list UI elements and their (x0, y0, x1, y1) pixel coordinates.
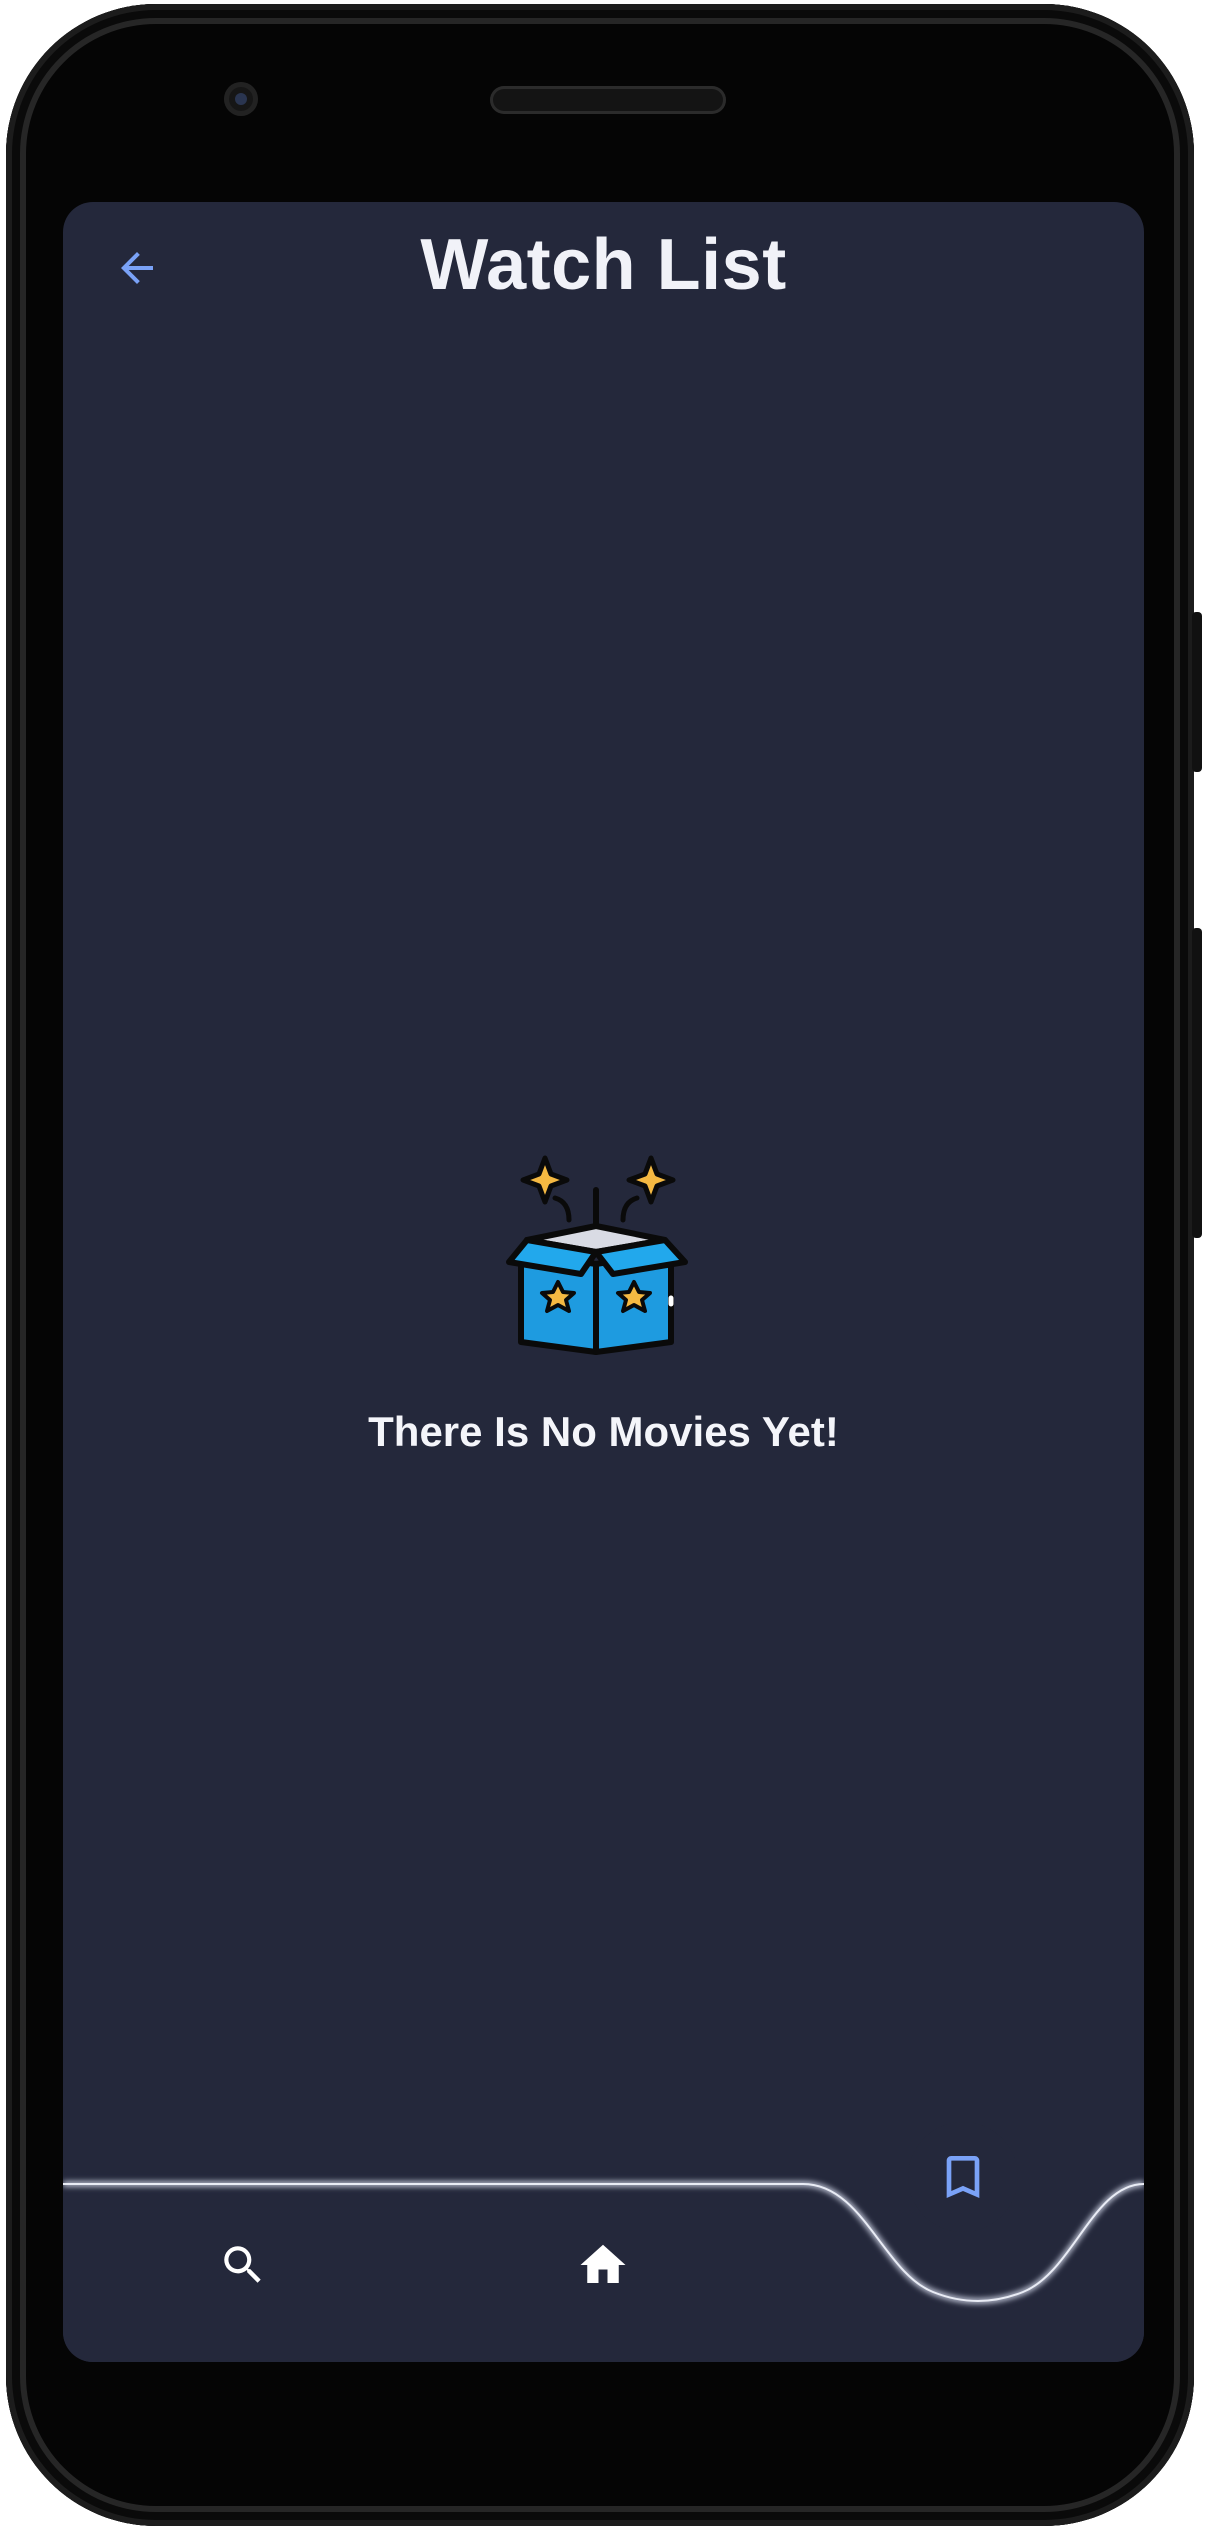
empty-state-message: There Is No Movies Yet! (368, 1408, 839, 1455)
open-box-icon (506, 1155, 688, 1355)
page-title: Watch List (420, 225, 787, 305)
nav-bookmark-button[interactable] (908, 2122, 1018, 2232)
nav-search-button[interactable] (198, 2220, 288, 2310)
search-icon (224, 2246, 261, 2283)
nav-home-button[interactable] (558, 2220, 648, 2310)
earpiece-speaker (490, 86, 726, 114)
front-camera (224, 82, 258, 116)
app-screen: Watch List There Is No Movies Yet! (63, 202, 1144, 2362)
volume-button (1192, 612, 1202, 772)
phone-frame: Watch List There Is No Movies Yet! (6, 4, 1194, 2526)
home-icon (580, 2244, 626, 2283)
bookmark-icon (946, 2156, 980, 2198)
bottom-navigation (63, 2122, 1144, 2362)
power-button (1192, 928, 1202, 1238)
